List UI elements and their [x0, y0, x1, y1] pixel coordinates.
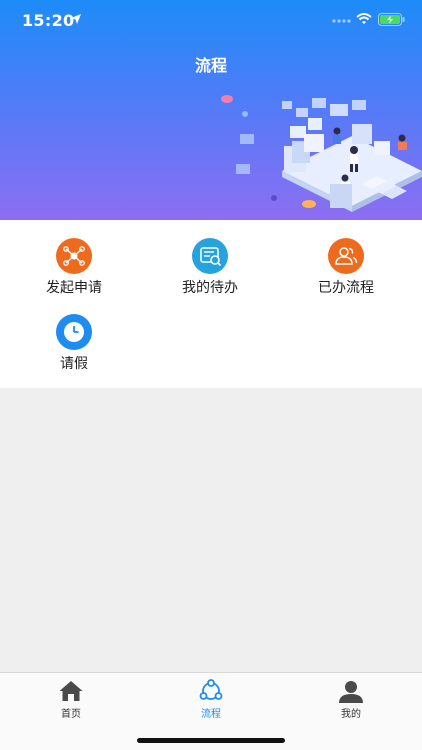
menu-item-leave-request[interactable]: 请假 — [14, 296, 134, 372]
home-icon — [59, 681, 83, 701]
menu-item-label: 请假 — [60, 356, 88, 372]
status-bar: 15:20 — [0, 0, 422, 44]
tab-home[interactable]: 首页 — [1, 673, 141, 723]
tab-workflow[interactable]: 流程 — [141, 673, 281, 723]
battery-charging-icon — [378, 13, 405, 26]
home-indicator — [137, 738, 285, 743]
wifi-icon — [356, 13, 372, 24]
page-title: 流程 — [194, 56, 227, 75]
tab-label: 流程 — [201, 709, 221, 720]
header-banner: 15:20 流程 — [0, 0, 422, 220]
network-icon — [56, 238, 92, 274]
users-icon — [328, 238, 364, 274]
menu-item-label: 我的待办 — [182, 280, 238, 296]
signal-dots-icon — [332, 19, 351, 23]
tab-label: 首页 — [61, 709, 81, 720]
workflow-menu: 发起申请 我的待办 已办流程 请假 — [0, 220, 422, 388]
status-time: 15:20 — [22, 11, 75, 30]
clock-icon — [56, 314, 92, 350]
menu-item-start-application[interactable]: 发起申请 — [14, 220, 134, 296]
workflow-illustration — [221, 95, 422, 212]
menu-item-label: 已办流程 — [318, 280, 374, 296]
menu-item-my-todo[interactable]: 我的待办 — [150, 220, 270, 296]
tab-profile[interactable]: 我的 — [281, 673, 421, 723]
menu-item-completed-workflows[interactable]: 已办流程 — [286, 220, 406, 296]
tab-label: 我的 — [341, 709, 361, 720]
location-arrow-icon — [71, 14, 81, 24]
menu-item-label: 发起申请 — [46, 280, 102, 296]
document-search-icon — [192, 238, 228, 274]
person-icon — [339, 681, 363, 703]
workflow-icon — [199, 679, 223, 700]
